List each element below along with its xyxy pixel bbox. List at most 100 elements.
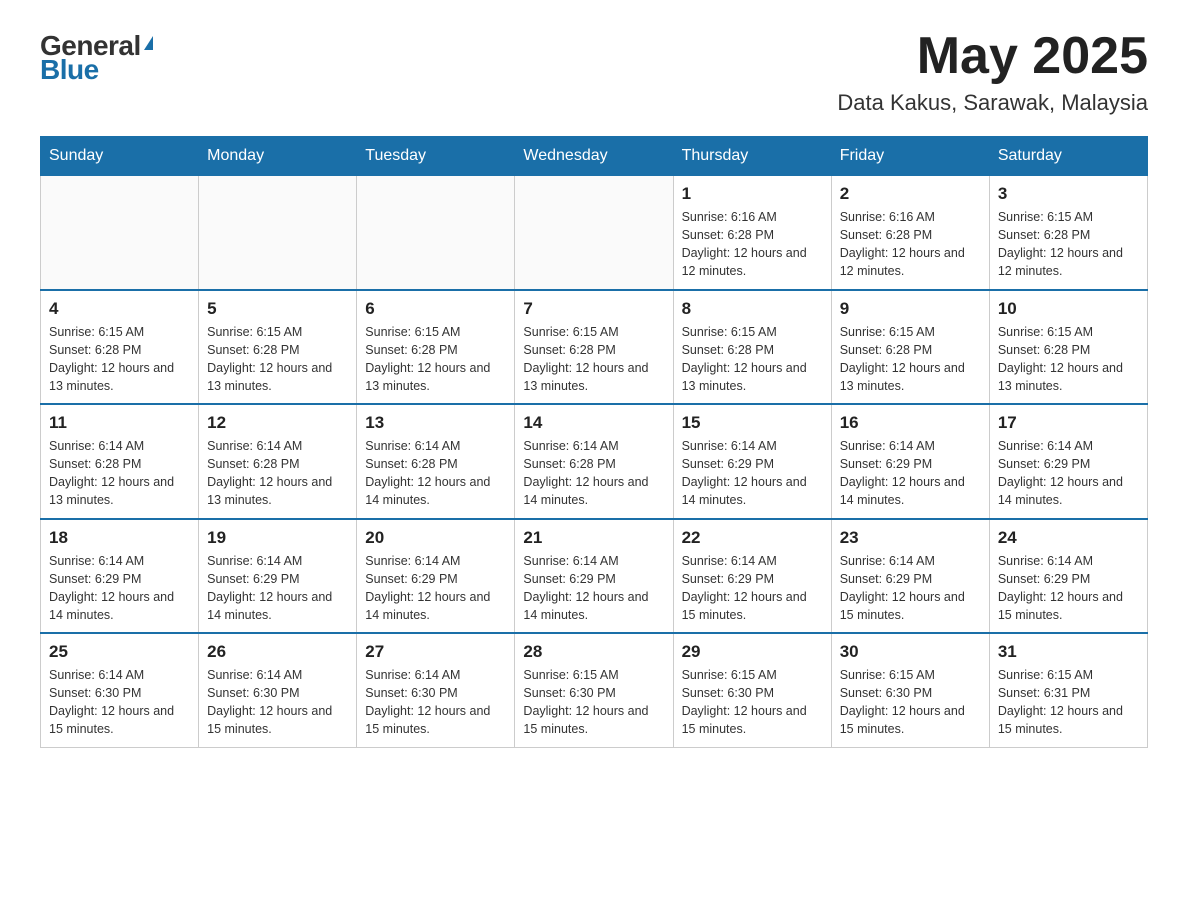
- calendar-cell: 22Sunrise: 6:14 AM Sunset: 6:29 PM Dayli…: [673, 519, 831, 634]
- calendar-week-row: 18 Sunrise: 6:14 AM Sunset: 6:29 PM Dayli…: [41, 519, 1148, 634]
- calendar-cell: 18 Sunrise: 6:14 AM Sunset: 6:29 PM Dayli…: [41, 519, 199, 634]
- title-section: May 2025 Data Kakus, Sarawak, Malaysia: [837, 30, 1148, 116]
- day-number: 17: [998, 413, 1139, 433]
- day-info: Sunrise: 6:15 AM Sunset: 6:28 PM Dayligh…: [523, 323, 664, 396]
- calendar-cell: 29Sunrise: 6:15 AM Sunset: 6:30 PM Dayli…: [673, 633, 831, 747]
- page-header: General Blue May 2025 Data Kakus, Sarawa…: [40, 30, 1148, 116]
- calendar-cell: 5Sunrise: 6:15 AM Sunset: 6:28 PM Daylig…: [199, 290, 357, 405]
- calendar-cell: 2 Sunrise: 6:16 AM Sunset: 6:28 PM Daylig…: [831, 176, 989, 290]
- day-number: 14: [523, 413, 664, 433]
- calendar-cell: 4 Sunrise: 6:15 AM Sunset: 6:28 PM Daylig…: [41, 290, 199, 405]
- calendar-cell: [357, 176, 515, 290]
- calendar-cell: 12 Sunrise: 6:14 AM Sunset: 6:28 PM Dayli…: [199, 404, 357, 519]
- day-number: 28: [523, 642, 664, 662]
- logo-triangle-icon: [144, 36, 153, 50]
- day-number: 6: [365, 299, 506, 319]
- day-info: Sunrise: 6:15 AM Sunset: 6:28 PM Dayligh…: [998, 323, 1139, 396]
- day-number: 20: [365, 528, 506, 548]
- day-info: Sunrise: 6:14 AM Sunset: 6:29 PM Dayligh…: [207, 552, 348, 625]
- calendar-cell: 16Sunrise: 6:14 AM Sunset: 6:29 PM Dayli…: [831, 404, 989, 519]
- day-info: Sunrise: 6:16 AM Sunset: 6:28 PM Dayligh…: [682, 208, 823, 281]
- calendar-cell: [41, 176, 199, 290]
- calendar-header-sunday: Sunday: [41, 137, 199, 176]
- day-number: 9: [840, 299, 981, 319]
- calendar-cell: 23 Sunrise: 6:14 AM Sunset: 6:29 PM Dayli…: [831, 519, 989, 634]
- day-info: Sunrise: 6:15 AM Sunset: 6:28 PM Dayligh…: [998, 208, 1139, 281]
- calendar-cell: 19 Sunrise: 6:14 AM Sunset: 6:29 PM Dayli…: [199, 519, 357, 634]
- calendar-cell: 7 Sunrise: 6:15 AM Sunset: 6:28 PM Daylig…: [515, 290, 673, 405]
- calendar-cell: 13Sunrise: 6:14 AM Sunset: 6:28 PM Dayli…: [357, 404, 515, 519]
- calendar-cell: 8Sunrise: 6:15 AM Sunset: 6:28 PM Daylig…: [673, 290, 831, 405]
- day-info: Sunrise: 6:14 AM Sunset: 6:29 PM Dayligh…: [998, 437, 1139, 510]
- day-info: Sunrise: 6:14 AM Sunset: 6:29 PM Dayligh…: [49, 552, 190, 625]
- day-info: Sunrise: 6:15 AM Sunset: 6:28 PM Dayligh…: [49, 323, 190, 396]
- day-info: Sunrise: 6:14 AM Sunset: 6:29 PM Dayligh…: [365, 552, 506, 625]
- day-number: 18: [49, 528, 190, 548]
- calendar-cell: 27 Sunrise: 6:14 AM Sunset: 6:30 PM Dayli…: [357, 633, 515, 747]
- day-info: Sunrise: 6:14 AM Sunset: 6:28 PM Dayligh…: [523, 437, 664, 510]
- day-info: Sunrise: 6:14 AM Sunset: 6:30 PM Dayligh…: [49, 666, 190, 739]
- day-number: 2: [840, 184, 981, 204]
- day-number: 13: [365, 413, 506, 433]
- calendar-cell: 17 Sunrise: 6:14 AM Sunset: 6:29 PM Dayli…: [989, 404, 1147, 519]
- calendar-cell: 1 Sunrise: 6:16 AM Sunset: 6:28 PM Daylig…: [673, 176, 831, 290]
- calendar-cell: 31Sunrise: 6:15 AM Sunset: 6:31 PM Dayli…: [989, 633, 1147, 747]
- calendar-header-thursday: Thursday: [673, 137, 831, 176]
- day-number: 5: [207, 299, 348, 319]
- day-number: 21: [523, 528, 664, 548]
- calendar-week-row: 11 Sunrise: 6:14 AM Sunset: 6:28 PM Dayli…: [41, 404, 1148, 519]
- location-subtitle: Data Kakus, Sarawak, Malaysia: [837, 90, 1148, 116]
- calendar-cell: 6 Sunrise: 6:15 AM Sunset: 6:28 PM Daylig…: [357, 290, 515, 405]
- day-number: 3: [998, 184, 1139, 204]
- calendar-table: SundayMondayTuesdayWednesdayThursdayFrid…: [40, 136, 1148, 748]
- calendar-cell: 21 Sunrise: 6:14 AM Sunset: 6:29 PM Dayli…: [515, 519, 673, 634]
- calendar-cell: 24Sunrise: 6:14 AM Sunset: 6:29 PM Dayli…: [989, 519, 1147, 634]
- day-info: Sunrise: 6:14 AM Sunset: 6:30 PM Dayligh…: [207, 666, 348, 739]
- calendar-cell: 20 Sunrise: 6:14 AM Sunset: 6:29 PM Dayli…: [357, 519, 515, 634]
- day-number: 4: [49, 299, 190, 319]
- logo: General Blue: [40, 30, 153, 86]
- day-info: Sunrise: 6:14 AM Sunset: 6:29 PM Dayligh…: [840, 552, 981, 625]
- day-number: 23: [840, 528, 981, 548]
- calendar-cell: 30Sunrise: 6:15 AM Sunset: 6:30 PM Dayli…: [831, 633, 989, 747]
- day-number: 15: [682, 413, 823, 433]
- calendar-cell: 28 Sunrise: 6:15 AM Sunset: 6:30 PM Dayli…: [515, 633, 673, 747]
- day-number: 22: [682, 528, 823, 548]
- calendar-header-tuesday: Tuesday: [357, 137, 515, 176]
- calendar-header-wednesday: Wednesday: [515, 137, 673, 176]
- calendar-header-row: SundayMondayTuesdayWednesdayThursdayFrid…: [41, 137, 1148, 176]
- day-number: 26: [207, 642, 348, 662]
- calendar-cell: 11 Sunrise: 6:14 AM Sunset: 6:28 PM Dayli…: [41, 404, 199, 519]
- day-number: 1: [682, 184, 823, 204]
- calendar-cell: 9 Sunrise: 6:15 AM Sunset: 6:28 PM Daylig…: [831, 290, 989, 405]
- calendar-cell: 15 Sunrise: 6:14 AM Sunset: 6:29 PM Dayli…: [673, 404, 831, 519]
- calendar-header-friday: Friday: [831, 137, 989, 176]
- calendar-cell: 10Sunrise: 6:15 AM Sunset: 6:28 PM Dayli…: [989, 290, 1147, 405]
- day-number: 19: [207, 528, 348, 548]
- day-number: 11: [49, 413, 190, 433]
- day-number: 7: [523, 299, 664, 319]
- day-info: Sunrise: 6:14 AM Sunset: 6:29 PM Dayligh…: [682, 437, 823, 510]
- calendar-cell: 26 Sunrise: 6:14 AM Sunset: 6:30 PM Dayli…: [199, 633, 357, 747]
- day-info: Sunrise: 6:16 AM Sunset: 6:28 PM Dayligh…: [840, 208, 981, 281]
- day-info: Sunrise: 6:15 AM Sunset: 6:30 PM Dayligh…: [523, 666, 664, 739]
- day-info: Sunrise: 6:14 AM Sunset: 6:28 PM Dayligh…: [207, 437, 348, 510]
- calendar-week-row: 4 Sunrise: 6:15 AM Sunset: 6:28 PM Daylig…: [41, 290, 1148, 405]
- day-info: Sunrise: 6:14 AM Sunset: 6:30 PM Dayligh…: [365, 666, 506, 739]
- calendar-week-row: 1 Sunrise: 6:16 AM Sunset: 6:28 PM Daylig…: [41, 176, 1148, 290]
- day-number: 24: [998, 528, 1139, 548]
- day-number: 31: [998, 642, 1139, 662]
- day-info: Sunrise: 6:14 AM Sunset: 6:28 PM Dayligh…: [49, 437, 190, 510]
- calendar-cell: [515, 176, 673, 290]
- day-info: Sunrise: 6:15 AM Sunset: 6:30 PM Dayligh…: [840, 666, 981, 739]
- calendar-header-saturday: Saturday: [989, 137, 1147, 176]
- day-info: Sunrise: 6:15 AM Sunset: 6:28 PM Dayligh…: [365, 323, 506, 396]
- day-number: 27: [365, 642, 506, 662]
- calendar-cell: 14 Sunrise: 6:14 AM Sunset: 6:28 PM Dayli…: [515, 404, 673, 519]
- day-number: 12: [207, 413, 348, 433]
- day-info: Sunrise: 6:15 AM Sunset: 6:28 PM Dayligh…: [840, 323, 981, 396]
- logo-blue-text: Blue: [40, 54, 99, 86]
- day-info: Sunrise: 6:14 AM Sunset: 6:29 PM Dayligh…: [523, 552, 664, 625]
- day-number: 8: [682, 299, 823, 319]
- day-info: Sunrise: 6:14 AM Sunset: 6:29 PM Dayligh…: [840, 437, 981, 510]
